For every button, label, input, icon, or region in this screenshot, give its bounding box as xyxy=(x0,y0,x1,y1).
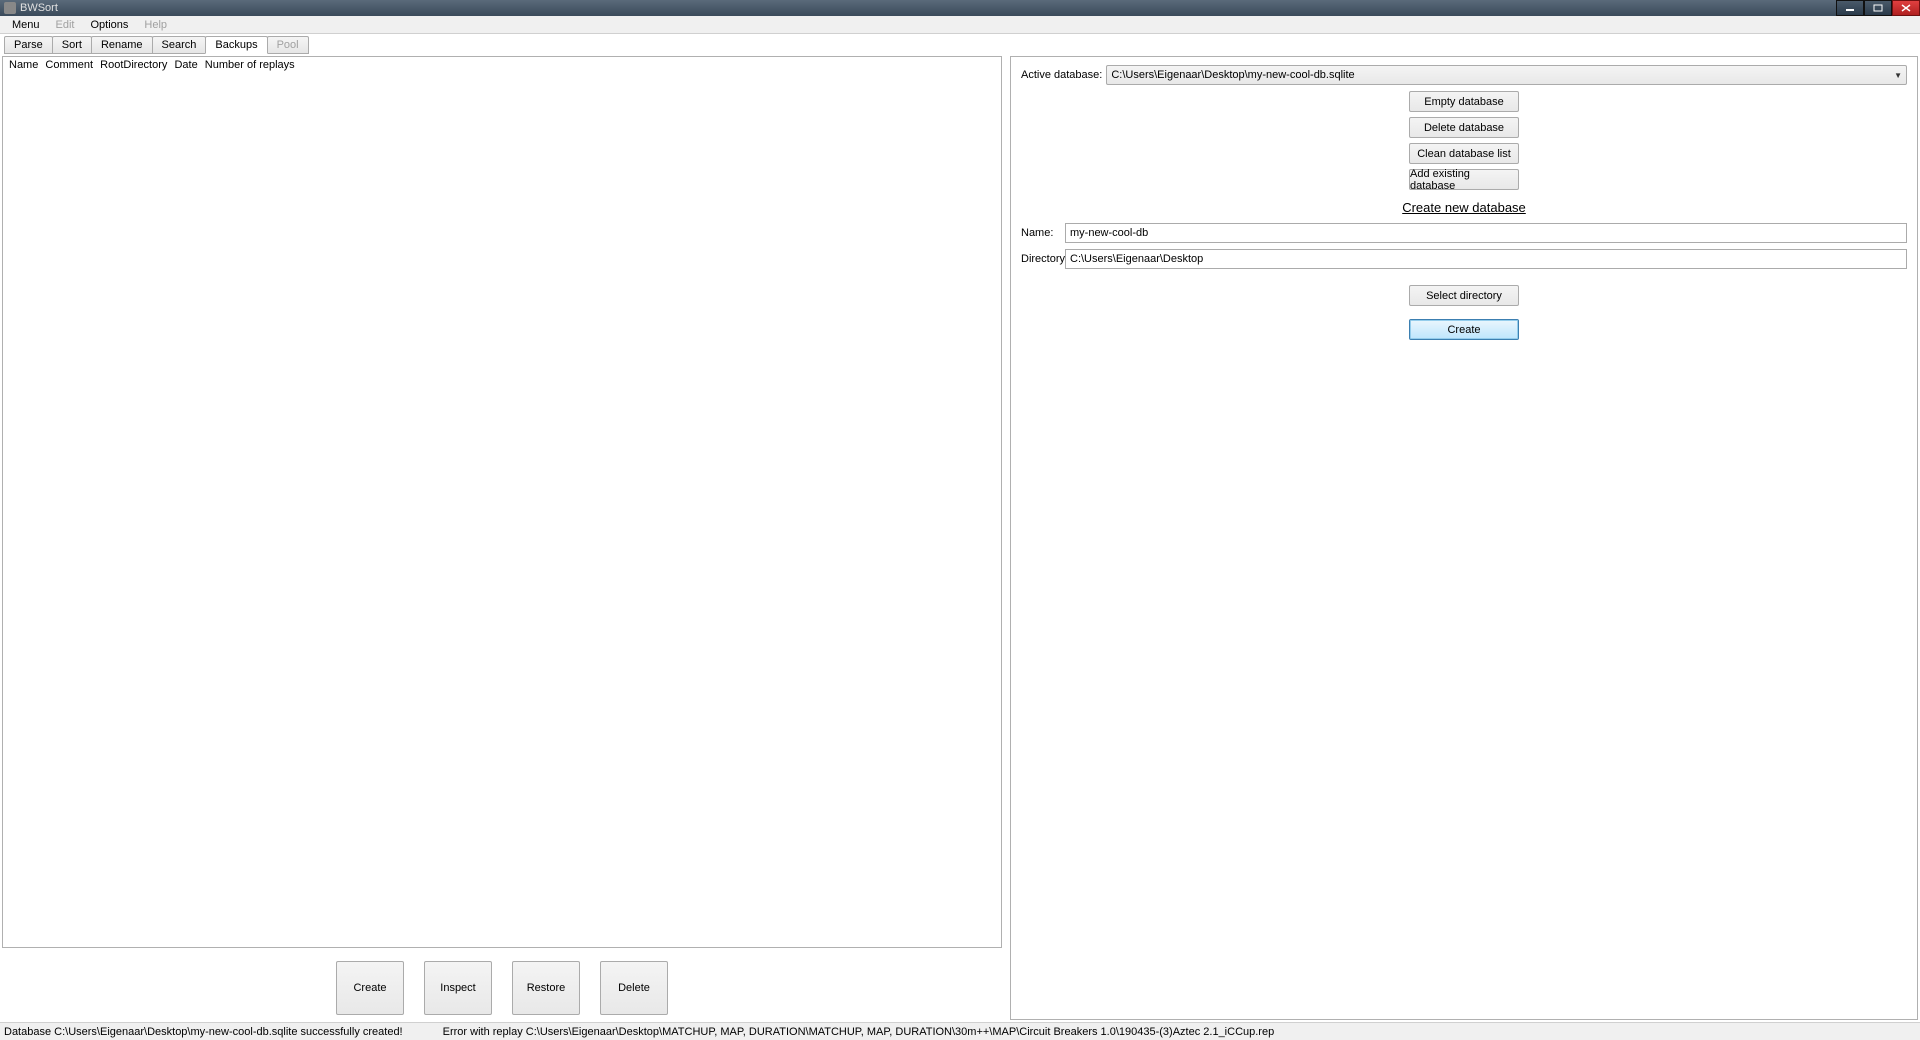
status-error: Error with replay C:\Users\Eigenaar\Desk… xyxy=(443,1026,1275,1038)
col-date: Date xyxy=(174,59,197,71)
app-icon xyxy=(4,2,16,14)
col-numreplays: Number of replays xyxy=(205,59,295,71)
tab-parse[interactable]: Parse xyxy=(4,36,53,54)
maximize-button[interactable] xyxy=(1864,0,1892,16)
menu-edit: Edit xyxy=(48,18,83,32)
menu-bar: Menu Edit Options Help xyxy=(0,16,1920,34)
minimize-button[interactable] xyxy=(1836,0,1864,16)
tab-search[interactable]: Search xyxy=(152,36,207,54)
close-button[interactable] xyxy=(1892,0,1920,16)
status-success: Database C:\Users\Eigenaar\Desktop\my-ne… xyxy=(4,1026,403,1038)
active-db-dropdown[interactable]: C:\Users\Eigenaar\Desktop\my-new-cool-db… xyxy=(1106,65,1907,85)
menu-options[interactable]: Options xyxy=(83,18,137,32)
active-db-label: Active database: xyxy=(1021,69,1102,81)
directory-label: Directory: xyxy=(1021,253,1065,265)
tab-pool: Pool xyxy=(267,36,309,54)
window-controls xyxy=(1836,0,1920,16)
directory-input[interactable]: C:\Users\Eigenaar\Desktop xyxy=(1065,249,1907,269)
create-database-button[interactable]: Create xyxy=(1409,319,1519,340)
add-existing-database-button[interactable]: Add existing database xyxy=(1409,169,1519,190)
tab-strip: Parse Sort Rename Search Backups Pool xyxy=(0,34,1920,54)
inspect-backup-button[interactable]: Inspect xyxy=(424,961,492,1015)
table-header: Name Comment RootDirectory Date Number o… xyxy=(3,57,1001,73)
name-label: Name: xyxy=(1021,227,1065,239)
col-comment: Comment xyxy=(45,59,93,71)
backup-table[interactable]: Name Comment RootDirectory Date Number o… xyxy=(2,56,1002,948)
left-pane: Name Comment RootDirectory Date Number o… xyxy=(2,56,1002,1020)
tab-backups[interactable]: Backups xyxy=(205,36,267,54)
chevron-down-icon: ▼ xyxy=(1894,71,1902,80)
right-pane: Active database: C:\Users\Eigenaar\Deskt… xyxy=(1010,56,1918,1020)
col-rootdir: RootDirectory xyxy=(100,59,167,71)
name-input[interactable]: my-new-cool-db xyxy=(1065,223,1907,243)
delete-backup-button[interactable]: Delete xyxy=(600,961,668,1015)
window-title: BWSort xyxy=(20,2,58,14)
delete-database-button[interactable]: Delete database xyxy=(1409,117,1519,138)
active-db-value: C:\Users\Eigenaar\Desktop\my-new-cool-db… xyxy=(1111,69,1354,81)
main-content: Name Comment RootDirectory Date Number o… xyxy=(0,54,1920,1022)
menu-help: Help xyxy=(136,18,175,32)
empty-database-button[interactable]: Empty database xyxy=(1409,91,1519,112)
tab-sort[interactable]: Sort xyxy=(52,36,92,54)
col-name: Name xyxy=(9,59,38,71)
select-directory-button[interactable]: Select directory xyxy=(1409,285,1519,306)
tab-rename[interactable]: Rename xyxy=(91,36,153,54)
status-bar: Database C:\Users\Eigenaar\Desktop\my-ne… xyxy=(0,1022,1920,1040)
title-bar: BWSort xyxy=(0,0,1920,16)
directory-value: C:\Users\Eigenaar\Desktop xyxy=(1070,253,1203,265)
create-db-title: Create new database xyxy=(1021,200,1907,215)
create-backup-button[interactable]: Create xyxy=(336,961,404,1015)
name-value: my-new-cool-db xyxy=(1070,227,1148,239)
restore-backup-button[interactable]: Restore xyxy=(512,961,580,1015)
clean-database-list-button[interactable]: Clean database list xyxy=(1409,143,1519,164)
bottom-button-bar: Create Inspect Restore Delete xyxy=(2,956,1002,1020)
menu-menu[interactable]: Menu xyxy=(4,18,48,32)
